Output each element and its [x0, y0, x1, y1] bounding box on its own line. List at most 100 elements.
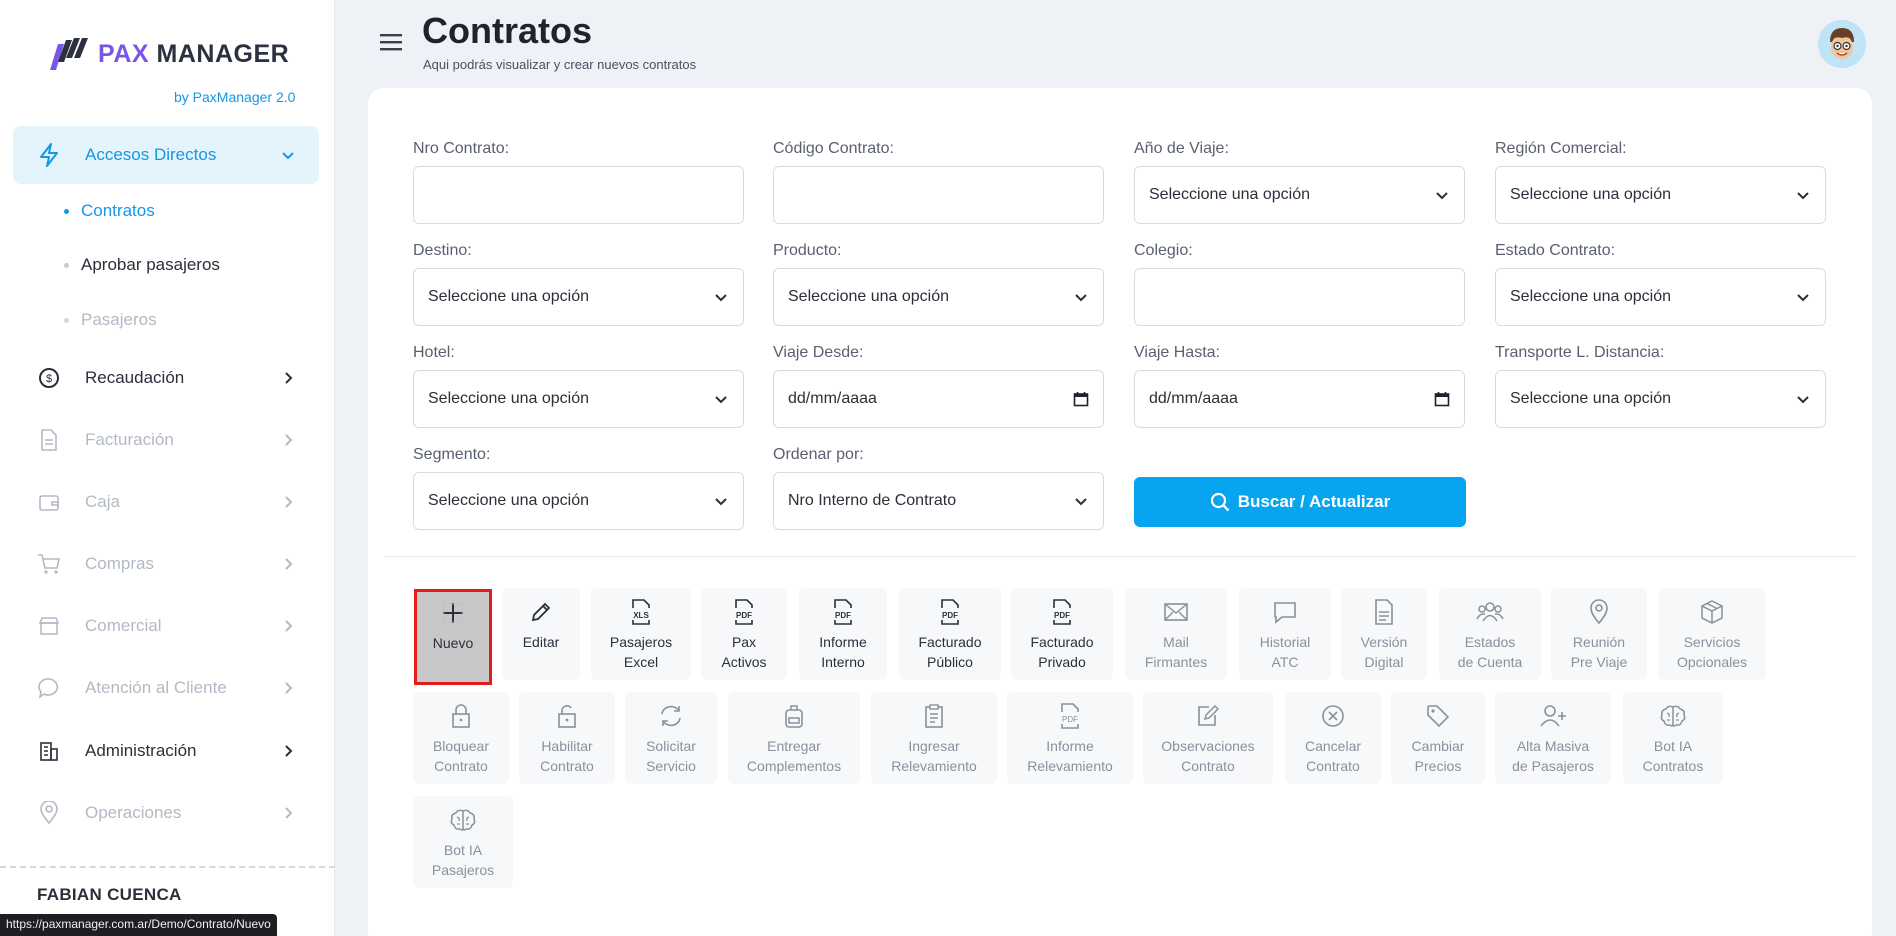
- pdf-file-icon: PDF: [730, 598, 758, 626]
- search-button[interactable]: Buscar / Actualizar: [1134, 477, 1466, 527]
- edit-note-icon: [1194, 702, 1222, 730]
- nro-contrato-input[interactable]: [413, 166, 744, 224]
- viaje-desde-date-input[interactable]: dd/mm/aaaa: [773, 370, 1104, 428]
- sidebar-item-compras[interactable]: Compras: [13, 535, 319, 593]
- field-codigo-contrato: Código Contrato:: [773, 140, 1104, 224]
- sidebar-item-operaciones[interactable]: Operaciones: [13, 784, 319, 842]
- editar-button[interactable]: Editar: [502, 588, 580, 680]
- segmento-select[interactable]: Seleccione una opción: [413, 472, 744, 530]
- search-icon: [1210, 492, 1230, 512]
- field-hotel: Hotel: Seleccione una opción: [413, 344, 744, 428]
- informe-relevamiento-button[interactable]: PDF Informe Relevamiento: [1007, 692, 1133, 784]
- field-label: Región Comercial:: [1495, 140, 1627, 157]
- chevron-right-icon: [285, 558, 293, 570]
- action-label: Informe: [1046, 738, 1094, 754]
- transporte-select[interactable]: Seleccione una opción: [1495, 370, 1826, 428]
- cancelar-contrato-button[interactable]: Cancelar Contrato: [1285, 692, 1381, 784]
- observaciones-contrato-button[interactable]: Observaciones Contrato: [1143, 692, 1273, 784]
- logo-pax: PAX: [98, 39, 150, 68]
- action-label: Nuevo: [432, 635, 474, 651]
- habilitar-contrato-button[interactable]: Habilitar Contrato: [519, 692, 615, 784]
- action-label: Contratos: [1642, 758, 1704, 774]
- select-value: Seleccione una opción: [428, 288, 590, 305]
- bot-ia-pasajeros-button[interactable]: Bot IA Pasajeros: [413, 796, 513, 888]
- store-icon: [35, 612, 63, 640]
- hotel-select[interactable]: Seleccione una opción: [413, 370, 744, 428]
- field-label: Segmento:: [413, 446, 491, 463]
- logo-subtitle: by PaxManager 2.0: [174, 89, 296, 105]
- action-label: Precios: [1414, 758, 1462, 774]
- field-destino: Destino: Seleccione una opción: [413, 242, 744, 326]
- bloquear-contrato-button[interactable]: Bloquear Contrato: [413, 692, 509, 784]
- sidebar-subitem-aprobar-pasajeros[interactable]: Aprobar pasajeros: [64, 255, 220, 275]
- clipboard-icon: [920, 702, 948, 730]
- informe-interno-button[interactable]: PDF Informe Interno: [799, 588, 887, 680]
- chevron-down-icon: [282, 152, 294, 160]
- building-icon: [35, 737, 63, 765]
- sidebar-item-administracion[interactable]: Administración: [13, 722, 319, 780]
- sidebar-item-caja[interactable]: Caja: [13, 473, 319, 531]
- mail-firmantes-button[interactable]: Mail Firmantes: [1125, 588, 1227, 680]
- destino-select[interactable]: Seleccione una opción: [413, 268, 744, 326]
- input-value: dd/mm/aaaa: [1149, 390, 1238, 407]
- pasajeros-excel-button[interactable]: XLS Pasajeros Excel: [591, 588, 691, 680]
- reunion-pre-viaje-button[interactable]: Reunión Pre Viaje: [1551, 588, 1647, 680]
- cancel-circle-icon: [1319, 702, 1347, 730]
- sidebar-subitem-pasajeros[interactable]: Pasajeros: [64, 310, 157, 330]
- calendar-icon[interactable]: [1434, 391, 1450, 407]
- action-label: Habilitar: [541, 738, 593, 754]
- facturado-privado-button[interactable]: PDF Facturado Privado: [1011, 588, 1113, 680]
- action-label: Pax: [731, 634, 757, 650]
- cambiar-precios-button[interactable]: Cambiar Precios: [1391, 692, 1485, 784]
- action-label: Historial: [1259, 634, 1311, 650]
- ingresar-relevamiento-button[interactable]: Ingresar Relevamiento: [871, 692, 997, 784]
- facturado-publico-button[interactable]: PDF Facturado Público: [899, 588, 1001, 680]
- ordenar-por-select[interactable]: Nro Interno de Contrato: [773, 472, 1104, 530]
- estados-de-cuenta-button[interactable]: Estados de Cuenta: [1439, 588, 1541, 680]
- action-label: Pasajeros: [609, 634, 673, 650]
- sidebar-subitem-contratos[interactable]: Contratos: [64, 201, 155, 221]
- nuevo-button[interactable]: Nuevo: [414, 589, 492, 685]
- anio-viaje-select[interactable]: Seleccione una opción: [1134, 166, 1465, 224]
- estado-contrato-select[interactable]: Seleccione una opción: [1495, 268, 1826, 326]
- user-avatar-icon: [1818, 20, 1866, 68]
- action-label: Interno: [821, 654, 865, 670]
- servicios-opcionales-button[interactable]: Servicios Opcionales: [1658, 588, 1766, 680]
- action-label: Opcionales: [1676, 654, 1748, 670]
- sidebar-item-label: Recaudación: [85, 368, 185, 387]
- select-value: Seleccione una opción: [1149, 186, 1311, 203]
- historial-atc-button[interactable]: Historial ATC: [1239, 588, 1331, 680]
- select-value: Seleccione una opción: [428, 390, 590, 407]
- action-label: Contrato: [434, 758, 488, 774]
- sidebar-item-comercial[interactable]: Comercial: [13, 597, 319, 655]
- action-label: Activos: [721, 654, 767, 670]
- cart-icon: [35, 550, 63, 578]
- pax-activos-button[interactable]: PDF Pax Activos: [701, 588, 787, 680]
- field-label: Transporte L. Distancia:: [1495, 344, 1665, 361]
- producto-select[interactable]: Seleccione una opción: [773, 268, 1104, 326]
- sidebar-item-facturacion[interactable]: Facturación: [13, 411, 319, 469]
- codigo-contrato-input[interactable]: [773, 166, 1104, 224]
- input-value: dd/mm/aaaa: [788, 390, 877, 407]
- brain-icon: [1659, 702, 1687, 730]
- calendar-icon[interactable]: [1073, 391, 1089, 407]
- alta-masiva-pasajeros-button[interactable]: Alta Masiva de Pasajeros: [1495, 692, 1611, 784]
- region-comercial-select[interactable]: Seleccione una opción: [1495, 166, 1826, 224]
- solicitar-servicio-button[interactable]: Solicitar Servicio: [625, 692, 717, 784]
- unlock-icon: [553, 702, 581, 730]
- field-label: Viaje Desde:: [773, 344, 864, 361]
- entregar-complementos-button[interactable]: Entregar Complementos: [728, 692, 860, 784]
- sidebar-item-label: Accesos Directos: [85, 145, 217, 164]
- chevron-right-icon: [285, 372, 293, 384]
- hamburger-menu-icon[interactable]: [378, 30, 404, 54]
- chevron-down-icon: [1075, 498, 1087, 506]
- sidebar-item-atencion-cliente[interactable]: Atención al Cliente: [13, 659, 319, 717]
- bot-ia-contratos-button[interactable]: Bot IA Contratos: [1623, 692, 1723, 784]
- version-digital-button[interactable]: Versión Digital: [1341, 588, 1427, 680]
- avatar[interactable]: [1818, 20, 1866, 68]
- sidebar-item-accesos-directos[interactable]: Accesos Directos: [13, 126, 319, 184]
- viaje-hasta-date-input[interactable]: dd/mm/aaaa: [1134, 370, 1465, 428]
- colegio-input[interactable]: [1134, 268, 1465, 326]
- sidebar-item-recaudacion[interactable]: $ Recaudación: [13, 349, 319, 407]
- select-value: Seleccione una opción: [1510, 390, 1672, 407]
